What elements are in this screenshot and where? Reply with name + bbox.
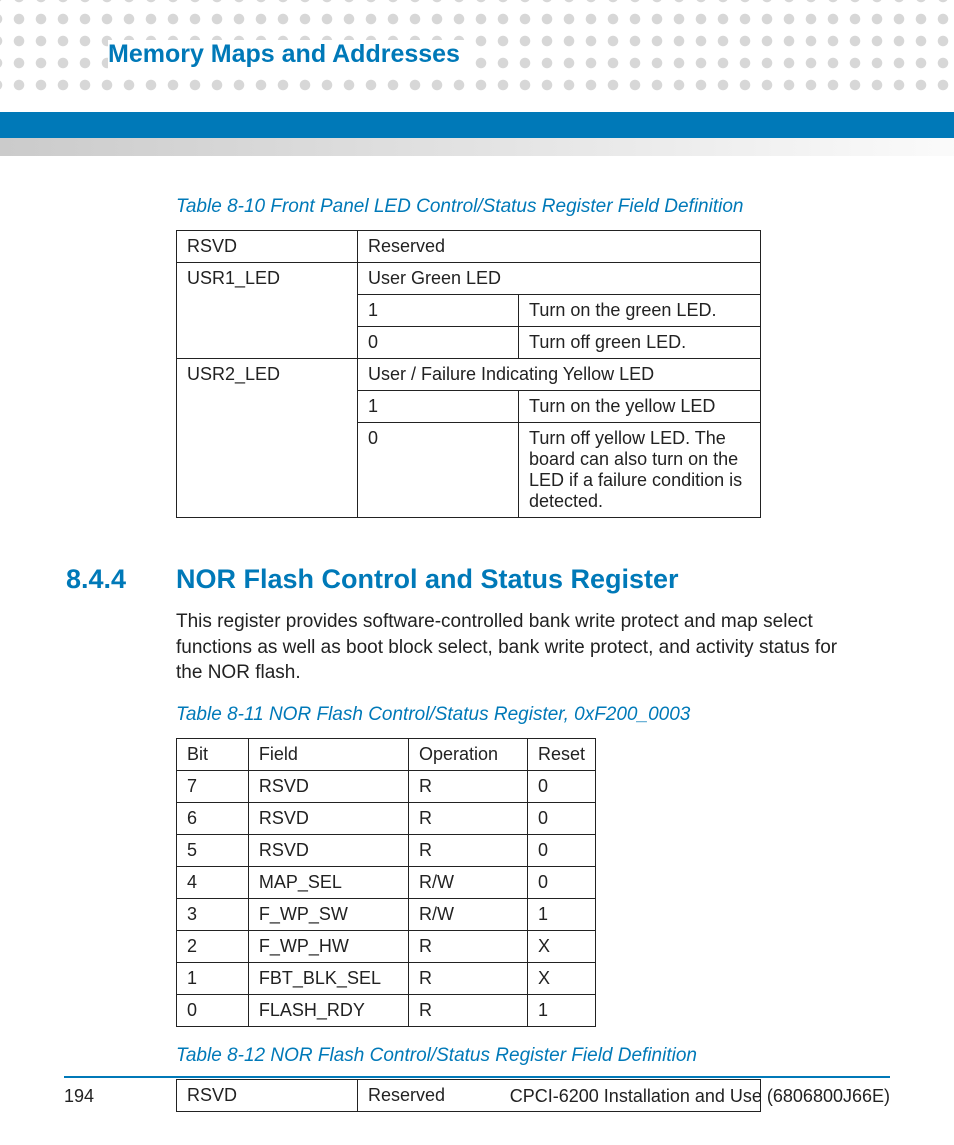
td-cell: RSVD xyxy=(248,834,408,866)
th-bit: Bit xyxy=(177,738,249,770)
td-desc: Turn off green LED. xyxy=(519,327,761,359)
table-row: USR2_LED User / Failure Indicating Yello… xyxy=(177,359,761,391)
document-id: CPCI-6200 Installation and Use (6806800J… xyxy=(510,1086,890,1107)
td-desc: User Green LED xyxy=(358,263,761,295)
td-val: 1 xyxy=(358,295,519,327)
table-row: 2F_WP_HWRX xyxy=(177,930,596,962)
td-cell: 0 xyxy=(527,866,595,898)
table-row: 3F_WP_SWR/W1 xyxy=(177,898,596,930)
td-cell: FLASH_RDY xyxy=(248,994,408,1026)
table-row: RSVD Reserved xyxy=(177,231,761,263)
table-row: 0FLASH_RDYR1 xyxy=(177,994,596,1026)
td-val: 0 xyxy=(358,423,519,518)
table-8-12-caption: Table 8-12 NOR Flash Control/Status Regi… xyxy=(176,1045,862,1067)
td-cell: 4 xyxy=(177,866,249,898)
td-cell: R/W xyxy=(409,898,528,930)
td-desc: Turn off yellow LED. The board can also … xyxy=(519,423,761,518)
section-heading: 8.4.4NOR Flash Control and Status Regist… xyxy=(66,564,862,595)
table-row: 5RSVDR0 xyxy=(177,834,596,866)
td-field: RSVD xyxy=(177,231,358,263)
td-cell: 1 xyxy=(527,994,595,1026)
header-shadow xyxy=(0,138,954,156)
table-row: 4MAP_SELR/W0 xyxy=(177,866,596,898)
td-cell: R xyxy=(409,962,528,994)
section-number: 8.4.4 xyxy=(66,564,176,595)
td-cell: R/W xyxy=(409,866,528,898)
page-header-band: Memory Maps and Addresses xyxy=(0,0,954,96)
td-val: 0 xyxy=(358,327,519,359)
table-8-10: RSVD Reserved USR1_LED User Green LED 1 … xyxy=(176,230,761,518)
td-cell: R xyxy=(409,770,528,802)
table-header-row: Bit Field Operation Reset xyxy=(177,738,596,770)
table-row: 1FBT_BLK_SELRX xyxy=(177,962,596,994)
page-content: Table 8-10 Front Panel LED Control/Statu… xyxy=(0,196,954,1112)
td-cell: FBT_BLK_SEL xyxy=(248,962,408,994)
page-header-title: Memory Maps and Addresses xyxy=(108,40,470,69)
td-cell: 5 xyxy=(177,834,249,866)
td-cell: X xyxy=(527,930,595,962)
td-desc: Reserved xyxy=(358,231,761,263)
td-cell: F_WP_HW xyxy=(248,930,408,962)
page-number: 194 xyxy=(64,1086,94,1107)
section-title: NOR Flash Control and Status Register xyxy=(176,564,679,594)
td-cell: R xyxy=(409,834,528,866)
td-cell: RSVD xyxy=(248,770,408,802)
th-operation: Operation xyxy=(409,738,528,770)
td-cell: 1 xyxy=(177,962,249,994)
td-cell: R xyxy=(409,930,528,962)
td-cell: X xyxy=(527,962,595,994)
td-desc: Turn on the green LED. xyxy=(519,295,761,327)
td-val: 1 xyxy=(358,391,519,423)
page-footer: 194 CPCI-6200 Installation and Use (6806… xyxy=(64,1076,890,1107)
td-cell: 3 xyxy=(177,898,249,930)
table-8-11-caption: Table 8-11 NOR Flash Control/Status Regi… xyxy=(176,704,862,726)
td-cell: R xyxy=(409,994,528,1026)
blue-header-bar xyxy=(0,112,954,138)
table-row: 7RSVDR0 xyxy=(177,770,596,802)
table-8-11: Bit Field Operation Reset 7RSVDR06RSVDR0… xyxy=(176,738,596,1027)
td-cell: 0 xyxy=(527,770,595,802)
th-field: Field xyxy=(248,738,408,770)
table-row: USR1_LED User Green LED xyxy=(177,263,761,295)
td-cell: 0 xyxy=(177,994,249,1026)
td-desc: User / Failure Indicating Yellow LED xyxy=(358,359,761,391)
section-body: This register provides software-controll… xyxy=(176,609,862,686)
td-field: USR2_LED xyxy=(177,359,358,518)
td-cell: RSVD xyxy=(248,802,408,834)
td-cell: 7 xyxy=(177,770,249,802)
td-cell: R xyxy=(409,802,528,834)
th-reset: Reset xyxy=(527,738,595,770)
td-cell: 2 xyxy=(177,930,249,962)
td-cell: F_WP_SW xyxy=(248,898,408,930)
table-8-10-caption: Table 8-10 Front Panel LED Control/Statu… xyxy=(176,196,862,218)
td-cell: 0 xyxy=(527,834,595,866)
td-cell: MAP_SEL xyxy=(248,866,408,898)
table-row: 6RSVDR0 xyxy=(177,802,596,834)
td-desc: Turn on the yellow LED xyxy=(519,391,761,423)
td-cell: 6 xyxy=(177,802,249,834)
td-field: USR1_LED xyxy=(177,263,358,359)
td-cell: 0 xyxy=(527,802,595,834)
td-cell: 1 xyxy=(527,898,595,930)
